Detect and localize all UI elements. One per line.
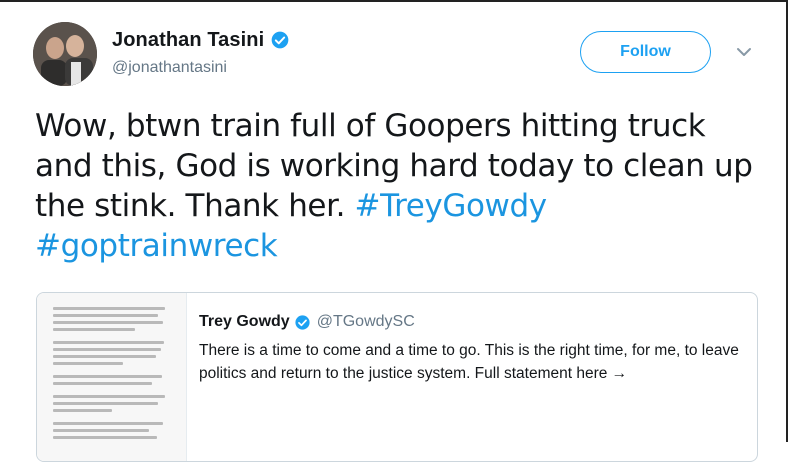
quoted-author-row: Trey Gowdy @TGowdySC [199, 313, 415, 331]
avatar[interactable] [33, 22, 97, 86]
avatar-photo-icon [33, 22, 97, 86]
author-handle[interactable]: @jonathantasini [112, 59, 227, 77]
chevron-down-icon[interactable] [735, 45, 753, 59]
tweet-text: Wow, btwn train full of Goopers hitting … [35, 106, 760, 266]
hashtag-link[interactable]: #goptrainwreck [35, 228, 278, 264]
tweet-card: Jonathan Tasini @jonathantasini Follow W… [0, 0, 788, 462]
quoted-tweet-text: There is a time to come and a time to go… [199, 342, 739, 382]
follow-button[interactable]: Follow [580, 31, 711, 73]
quoted-statement-image [37, 293, 187, 461]
author-name[interactable]: Jonathan Tasini [112, 29, 264, 52]
quoted-tweet[interactable]: Trey Gowdy @TGowdySC There is a time to … [36, 292, 758, 462]
quoted-author-handle[interactable]: @TGowdySC [317, 313, 415, 331]
quoted-author-name[interactable]: Trey Gowdy [199, 313, 290, 331]
verified-badge-icon [271, 31, 289, 49]
hashtag-link[interactable]: #TreyGowdy [355, 188, 548, 224]
verified-badge-icon [295, 314, 310, 330]
author-row: Jonathan Tasini [112, 28, 290, 52]
